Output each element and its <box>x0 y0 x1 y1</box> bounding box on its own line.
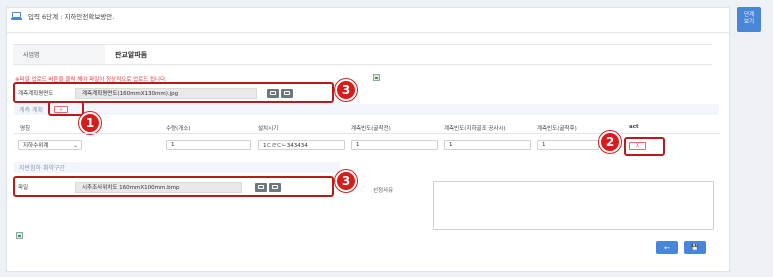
save-icon: 💾 <box>691 244 699 251</box>
callout-badge-3: 3 <box>335 79 357 101</box>
business-name-row: 사업명 판교알파돔 <box>13 44 712 65</box>
measure-plan-title: 계측 계획 <box>14 104 719 115</box>
arrow-left-icon: ← <box>664 243 670 252</box>
business-name-value: 판교알파돔 <box>115 50 148 59</box>
step-view-button[interactable]: 단계 보기 <box>737 7 761 32</box>
reason-textarea[interactable] <box>433 181 714 230</box>
callout-badge-1: 1 <box>79 112 101 134</box>
freq-before-input[interactable]: 1 <box>351 140 438 150</box>
vulnerable-zone-title: 지반침하 취약구간 <box>14 162 340 173</box>
reason-label: 선정사유 <box>373 188 394 194</box>
freq-during-input[interactable]: 1 <box>444 140 531 150</box>
callout-badge-3: 3 <box>335 170 357 192</box>
chevron-down-icon: ⌄ <box>72 142 78 149</box>
header-divider <box>6 32 730 33</box>
business-name-label: 사업명 <box>13 45 105 64</box>
save-button[interactable]: 💾 <box>684 241 706 254</box>
page-header: 입력 6단계 : 지하안전확보방안. <box>11 11 114 21</box>
highlight-box-3a <box>13 82 334 103</box>
freq-after-input[interactable]: 1 <box>537 140 599 150</box>
highlight-box-2 <box>624 137 665 156</box>
back-button[interactable]: ← <box>656 241 678 254</box>
name-select[interactable]: 지하수위계 ⌄ <box>18 140 82 150</box>
page-title: 입력 6단계 : 지하안전확보방안. <box>28 13 115 21</box>
broken-image-icon <box>16 232 23 239</box>
laptop-icon <box>11 12 22 20</box>
callout-badge-2: 2 <box>599 131 621 153</box>
broken-image-icon <box>373 74 380 81</box>
highlight-box-1 <box>48 101 84 116</box>
highlight-box-3b <box>13 176 334 197</box>
install-time-input[interactable]: 1ㄷㄹㄷㄴ343434 <box>258 140 345 150</box>
quantity-input[interactable]: 1 <box>166 140 251 150</box>
